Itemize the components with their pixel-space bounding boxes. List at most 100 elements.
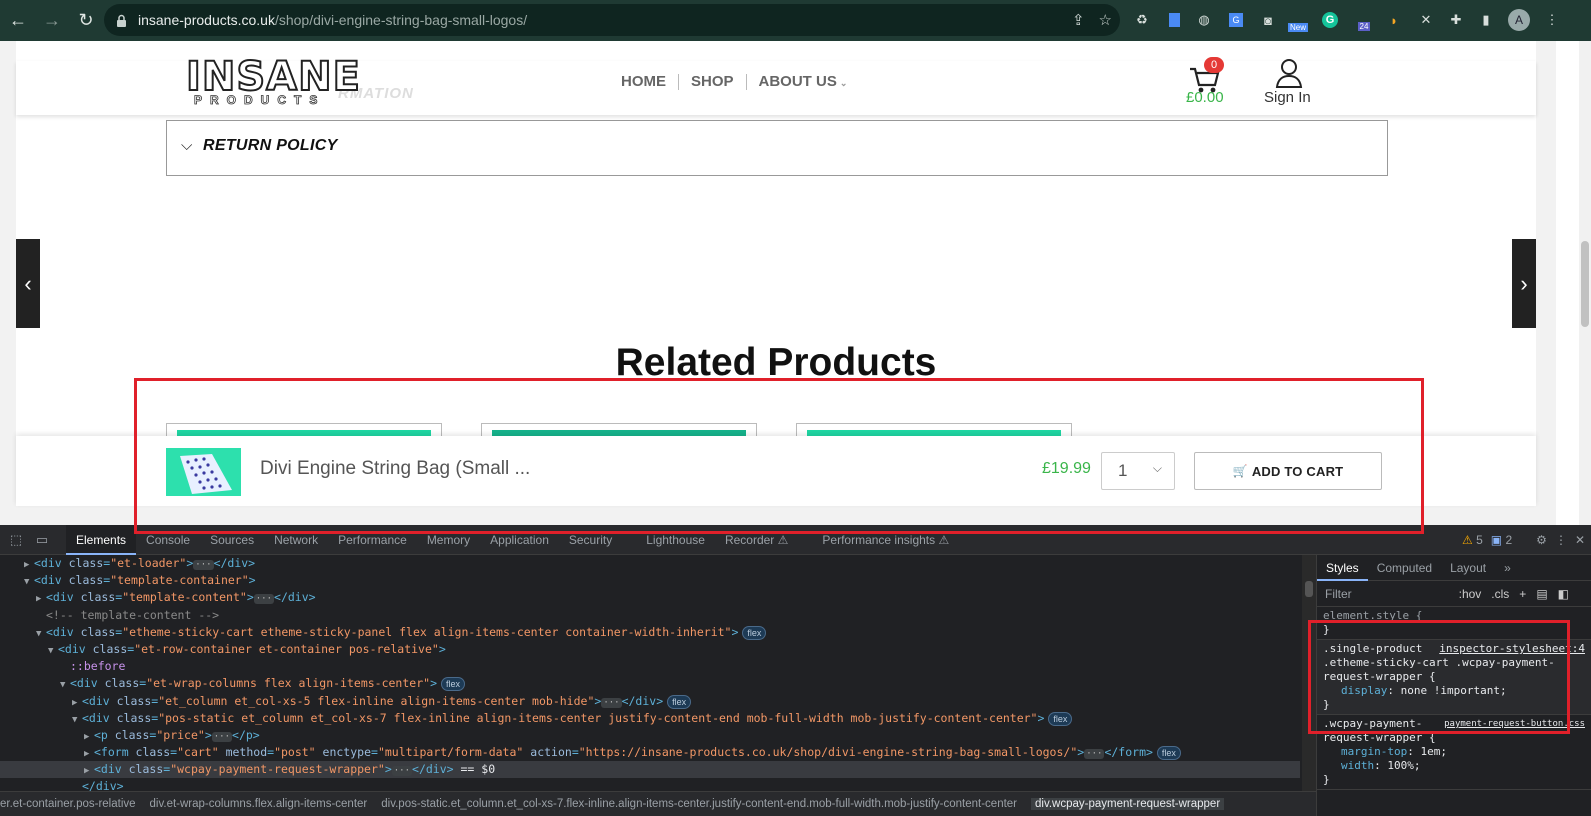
css-property-value[interactable]: none !important; [1401,684,1507,697]
tools-extension-icon[interactable]: ✕ [1414,8,1438,32]
rule-source-link[interactable]: payment-request-button.css [1444,717,1585,731]
breadcrumb-item-current[interactable]: div.wcpay-payment-request-wrapper [1031,798,1225,810]
tab-recorder[interactable]: Recorder ⚠ [715,525,798,555]
dom-scrollbar[interactable] [1302,555,1316,791]
sidebar-toggle-icon[interactable]: ◧ [1558,587,1569,601]
page-scrollbar-thumb[interactable] [1581,241,1589,327]
dom-node[interactable]: ▶ <div class="template-content"> ··· </div> [0,589,1300,606]
dom-node[interactable]: ▼ <div class="template-container"> [0,572,1300,589]
quantity-value: 1 [1118,461,1128,480]
close-icon[interactable]: ✕ [1575,533,1585,547]
css-rule-wrapper[interactable]: payment-request-button.css .wcpay-paymen… [1317,715,1591,790]
recycle-extension-icon[interactable]: ♻ [1130,8,1154,32]
grammarly-icon[interactable]: G [1318,8,1342,32]
settings-gear-icon[interactable]: ⚙ [1536,533,1547,547]
css-rule-display-none[interactable]: inspector-stylesheet:4 .single-product .… [1317,640,1591,715]
user-icon[interactable] [1274,57,1304,89]
bookmark-star-icon[interactable]: ☆ [1099,11,1112,29]
dom-node-selected[interactable]: ▶ <div class="wcpay-payment-request-wrapp… [0,761,1300,779]
new-badge: New [1287,22,1308,32]
tab-memory[interactable]: Memory [417,525,480,555]
inspect-element-icon[interactable]: ⬚ [6,530,26,550]
more-options-icon[interactable]: ⋮ [1555,533,1567,547]
tab-console[interactable]: Console [136,525,200,555]
tab-elements[interactable]: Elements [66,524,137,555]
breadcrumb-item[interactable]: div.et-wrap-columns.flex.align-items-cen… [150,798,368,810]
puzzle-extensions-icon[interactable]: ✚ [1444,8,1468,32]
hov-toggle[interactable]: :hov [1459,587,1482,601]
reload-icon[interactable]: ↻ [70,5,102,37]
nav-about-us[interactable]: ABOUT US ⌄ [747,73,860,90]
dom-node[interactable]: ▼ <div class="etheme-sticky-cart etheme-s… [0,624,1300,641]
site-logo-sub: PRODUCTS [194,93,326,108]
menu-kebab-icon[interactable]: ⋮ [1540,8,1564,32]
tab-computed[interactable]: Computed [1368,555,1441,581]
cart-total[interactable]: £0.00 [1186,89,1224,106]
dom-node[interactable]: </div> [0,778,1300,791]
sign-in-link[interactable]: Sign In [1264,89,1311,106]
element-style-rule[interactable]: element.style { } [1317,607,1591,640]
tab-performance[interactable]: Performance [328,525,417,555]
add-rule-icon[interactable]: + [1519,587,1526,601]
device-toolbar-icon[interactable]: ▭ [32,530,52,550]
dom-node[interactable]: ▼ <div class="et-row-container et-contain… [0,641,1300,658]
dom-comment[interactable]: <!-- template-content --> [0,607,1300,624]
dom-node[interactable]: ▶ <div class="et_column et_col-xs-5 flex-… [0,693,1300,710]
docs-extension-icon[interactable] [1162,8,1186,32]
side-panel-icon[interactable]: ▮ [1474,8,1498,32]
moon-extension-icon[interactable]: ◗ [1382,8,1406,32]
paint-icon[interactable]: ▤ [1536,587,1547,601]
dom-node[interactable]: ▼ <div class="pos-static et_column et_col… [0,710,1300,727]
url-path: /shop/divi-engine-string-bag-small-logos… [274,12,528,28]
forward-icon[interactable]: → [36,5,68,37]
counter-extension-icon[interactable]: 24 [1352,8,1376,32]
camera-extension-icon[interactable]: ◙ [1256,8,1280,32]
tab-lighthouse[interactable]: Lighthouse [636,525,715,555]
address-bar[interactable]: insane-products.co.uk/shop/divi-engine-s… [104,4,1120,36]
slider-next-button[interactable]: › [1512,239,1536,328]
styles-pane: Styles Computed Layout » Filter :hov .cl… [1316,555,1591,816]
dom-tree[interactable]: ▶ <div class="et-loader"> ··· </div> ▼ <div … [0,555,1300,791]
breadcrumb-item[interactable]: er.et-container.pos-relative [0,798,136,810]
lock-icon [116,13,130,27]
tab-more[interactable]: » [1495,555,1520,581]
dom-node[interactable]: ▶ <form class="cart" method="post" enctyp… [0,744,1300,761]
tab-sources[interactable]: Sources [200,525,264,555]
tab-security[interactable]: Security [559,525,622,555]
globe-extension-icon[interactable]: ◍ [1192,8,1216,32]
slider-prev-button[interactable]: ‹ [16,239,40,328]
css-property-value[interactable]: 100%; [1387,759,1420,772]
tab-layout[interactable]: Layout [1441,555,1495,581]
styles-filter-input[interactable]: Filter :hov .cls + ▤ ◧ [1317,581,1591,607]
new-extension-icon[interactable]: New [1286,8,1310,32]
css-property-value[interactable]: 1em; [1420,745,1447,758]
translate-extension-icon[interactable]: G [1224,8,1248,32]
dom-scrollbar-thumb[interactable] [1305,581,1313,597]
add-to-cart-button[interactable]: 🛒 ADD TO CART [1194,452,1382,490]
tab-styles[interactable]: Styles [1317,555,1368,581]
share-icon[interactable]: ⇪ [1072,11,1085,29]
nav-shop[interactable]: SHOP [679,73,746,90]
css-property-name[interactable]: display [1323,684,1387,697]
messages-counter[interactable]: ▣ 2 [1491,533,1512,547]
dom-node[interactable]: ▶ <div class="et-loader"> ··· </div> [0,555,1300,572]
css-property-name[interactable]: width [1323,759,1374,772]
warnings-counter[interactable]: ⚠ 5 [1462,533,1483,547]
dom-node[interactable]: ▼ <div class="et-wrap-columns flex align-… [0,675,1300,692]
page-scrollbar[interactable] [1579,41,1591,525]
back-icon[interactable]: ← [2,5,34,37]
nav-home[interactable]: HOME [609,73,678,90]
return-policy-accordion[interactable]: ⌵ RETURN POLICY [166,120,1388,176]
tab-network[interactable]: Network [264,525,328,555]
breadcrumb-item[interactable]: div.pos-static.et_column.et_col-xs-7.fle… [381,798,1017,810]
quantity-select[interactable]: 1 ⌵ [1101,452,1175,490]
dom-pseudo[interactable]: ::before [0,658,1300,675]
css-property-name[interactable]: margin-top [1323,745,1407,758]
dom-node[interactable]: ▶ <p class="price"> ··· </p> [0,727,1300,744]
tab-performance-insights[interactable]: Performance insights ⚠ [812,525,959,555]
rule-source-link[interactable]: inspector-stylesheet:4 [1439,642,1585,656]
devtools-panel: ⬚ ▭ Elements Console Sources Network Per… [0,524,1591,816]
profile-avatar[interactable]: A [1508,9,1530,31]
cls-toggle[interactable]: .cls [1491,587,1509,601]
tab-application[interactable]: Application [480,525,559,555]
